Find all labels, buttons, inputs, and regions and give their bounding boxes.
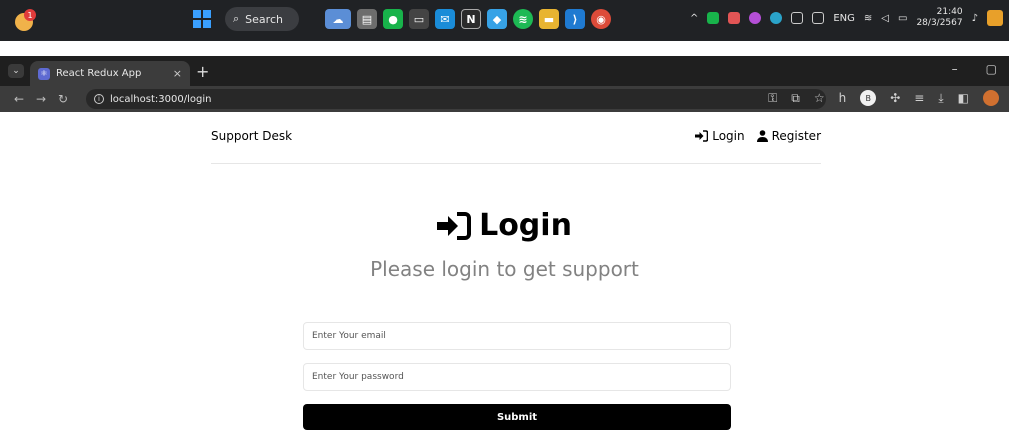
header-nav: Login Register: [695, 129, 821, 143]
register-link[interactable]: Register: [756, 129, 821, 143]
sign-in-icon: [437, 211, 472, 240]
messenger-tray-icon[interactable]: [749, 12, 762, 24]
web-page: Support Desk Login Register Login Please…: [0, 112, 1009, 430]
taskbar-apps: ⌕ Search ☁ ▤ ● ▭ ✉ N ◆ ≋ ▬ ⟩ ◉: [193, 7, 611, 31]
back-arrow-icon[interactable]: ←: [8, 92, 30, 106]
submit-button[interactable]: Submit: [303, 404, 731, 430]
minimize-icon[interactable]: –: [952, 62, 958, 76]
display-tray-icon[interactable]: [812, 12, 825, 24]
forward-arrow-icon[interactable]: →: [30, 92, 52, 106]
react-favicon-icon: ⚛: [38, 67, 50, 80]
clock-date: 28/3/2567: [916, 18, 963, 28]
system-tray: ^ ENG ≋ ◁ ▭ 21:40 28/3/2567 ♪: [690, 7, 1003, 29]
chevron-up-icon[interactable]: ^: [690, 13, 698, 24]
reading-list-icon[interactable]: ≡: [914, 91, 924, 105]
page-title-text: Login: [479, 208, 572, 243]
terminal-icon[interactable]: ▭: [409, 9, 429, 29]
user-icon: [756, 130, 768, 142]
notification-badge: 1: [27, 11, 32, 20]
new-tab-button[interactable]: +: [196, 62, 209, 81]
photos-icon[interactable]: ◆: [487, 9, 507, 29]
password-field[interactable]: [303, 363, 731, 391]
window-controls: – ▢: [952, 62, 997, 76]
folder-icon[interactable]: ▬: [539, 9, 559, 29]
browser-tab[interactable]: ⚛ React Redux App ×: [30, 61, 190, 86]
download-icon[interactable]: ⤓: [938, 91, 943, 106]
brand-link[interactable]: Support Desk: [211, 129, 292, 143]
taskbar-search-label: Search: [245, 12, 283, 26]
login-link-label: Login: [712, 129, 745, 143]
copilot-widget-icon[interactable]: ☁: [325, 9, 351, 29]
page-title: Login: [0, 208, 1009, 243]
windows-taskbar: 1 ⌕ Search ☁ ▤ ● ▭ ✉ N ◆ ≋ ▬ ⟩ ◉ ^ ENG ≋…: [0, 0, 1009, 41]
copilot-icon[interactable]: [987, 10, 1003, 26]
profile-extension-icon[interactable]: B: [860, 90, 877, 106]
line-tray-icon[interactable]: [707, 12, 720, 24]
network-tray-icon[interactable]: [770, 12, 783, 24]
spotify-icon[interactable]: ≋: [513, 9, 533, 29]
reload-icon[interactable]: ↻: [52, 92, 74, 106]
keyboard-tray-icon[interactable]: [791, 12, 804, 24]
side-panel-icon[interactable]: ◧: [958, 91, 969, 105]
taskbar-clock[interactable]: 21:40 28/3/2567: [916, 7, 962, 29]
chrome-icon[interactable]: ◉: [591, 9, 611, 29]
clock-time: 21:40: [936, 7, 963, 17]
bell-icon[interactable]: ♪: [972, 13, 978, 24]
notion-icon[interactable]: N: [461, 9, 481, 29]
battery-icon[interactable]: ▭: [898, 13, 907, 24]
login-link[interactable]: Login: [695, 129, 745, 143]
browser-tab-strip: ⌄ ⚛ React Redux App × + – ▢: [0, 56, 1009, 86]
password-key-icon[interactable]: ⚿: [768, 91, 777, 106]
vscode-icon[interactable]: ⟩: [565, 9, 585, 29]
sign-in-icon: [695, 130, 709, 142]
extension-h-icon[interactable]: h: [839, 91, 847, 105]
restore-icon[interactable]: ▢: [986, 62, 997, 76]
avatar[interactable]: [983, 90, 999, 106]
search-icon: ⌕: [233, 12, 240, 25]
register-link-label: Register: [771, 129, 821, 143]
site-info-icon[interactable]: i: [94, 94, 104, 104]
mail-icon[interactable]: ✉: [435, 9, 455, 29]
tray-app-icon[interactable]: [728, 12, 741, 24]
browser-toolbar: ← → ↻ i localhost:3000/login ⚿ ⧉ ☆ h B ✣…: [0, 86, 1009, 112]
bookmark-star-icon[interactable]: ☆: [814, 91, 825, 105]
toolbar-actions: ⚿ ⧉ ☆ h B ✣ ≡ ⤓ ◧: [768, 90, 999, 106]
address-bar-url: localhost:3000/login: [110, 93, 212, 105]
install-app-icon[interactable]: ⧉: [791, 91, 800, 106]
notification-app-icon[interactable]: 1: [12, 8, 38, 34]
tab-close-icon[interactable]: ×: [173, 67, 182, 80]
site-header: Support Desk Login Register: [211, 112, 821, 164]
windows-start-icon[interactable]: [193, 10, 211, 28]
volume-icon[interactable]: ◁: [881, 13, 889, 24]
login-form: Submit: [303, 322, 731, 430]
page-subtitle: Please login to get support: [370, 257, 639, 281]
tab-search-chevron-icon[interactable]: ⌄: [8, 64, 24, 78]
language-indicator[interactable]: ENG: [833, 13, 855, 24]
address-bar[interactable]: i localhost:3000/login: [86, 89, 826, 109]
wifi-icon[interactable]: ≋: [864, 13, 872, 24]
file-explorer-icon[interactable]: ▤: [357, 9, 377, 29]
email-field[interactable]: [303, 322, 731, 350]
line-app-icon[interactable]: ●: [383, 9, 403, 29]
taskbar-search-button[interactable]: ⌕ Search: [225, 7, 299, 31]
extensions-puzzle-icon[interactable]: ✣: [890, 91, 900, 105]
tab-title: React Redux App: [56, 68, 142, 79]
